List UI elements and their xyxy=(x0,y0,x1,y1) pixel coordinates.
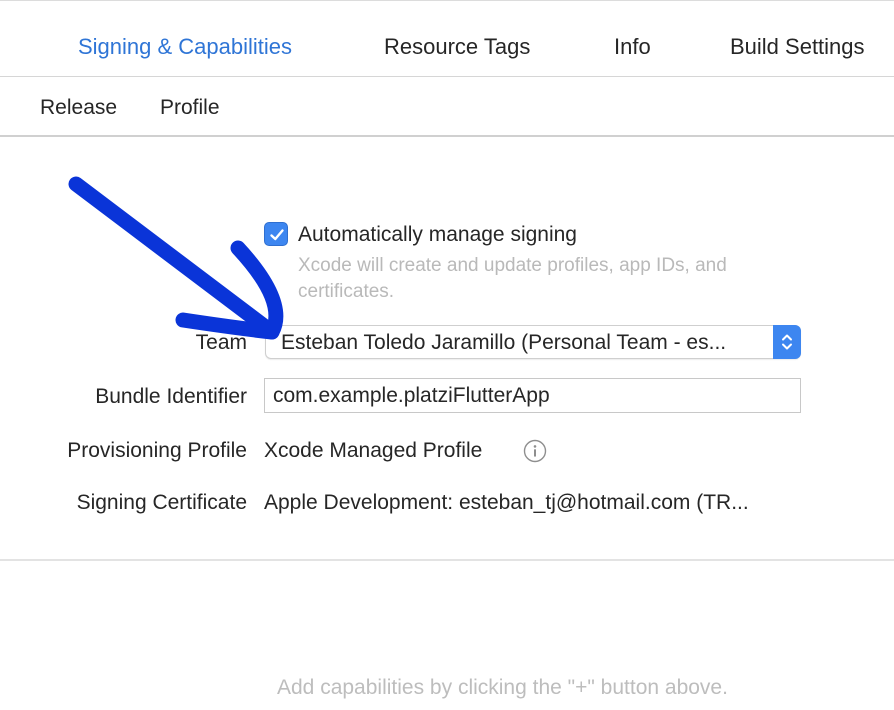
config-tab-release[interactable]: Release xyxy=(40,94,117,122)
info-icon[interactable] xyxy=(523,439,547,463)
bundle-identifier-field[interactable] xyxy=(264,378,801,413)
capabilities-hint: Add capabilities by clicking the "+" but… xyxy=(277,676,728,699)
bundle-identifier-input[interactable] xyxy=(265,379,800,412)
tab-signing-capabilities[interactable]: Signing & Capabilities xyxy=(78,33,292,61)
configuration-tab-bar: Release Profile xyxy=(0,77,894,137)
editor-tab-bar: Signing & Capabilities Resource Tags Inf… xyxy=(0,0,894,77)
tab-build-settings[interactable]: Build Settings xyxy=(730,33,865,61)
auto-manage-signing-checkbox[interactable] xyxy=(264,222,288,246)
auto-manage-signing-label: Automatically manage signing xyxy=(298,223,577,246)
popup-stepper[interactable] xyxy=(773,325,801,359)
provisioning-profile-label: Provisioning Profile xyxy=(67,439,247,462)
config-tab-profile[interactable]: Profile xyxy=(160,94,220,122)
checkmark-icon xyxy=(270,229,284,241)
bundle-identifier-label: Bundle Identifier xyxy=(95,385,247,408)
tab-info[interactable]: Info xyxy=(614,33,651,61)
team-label: Team xyxy=(195,331,247,354)
chevron-up-down-icon xyxy=(782,334,792,350)
signing-certificate-label: Signing Certificate xyxy=(76,491,247,514)
tab-resource-tags[interactable]: Resource Tags xyxy=(384,33,530,61)
team-popup[interactable]: Esteban Toledo Jaramillo (Personal Team … xyxy=(265,325,801,359)
team-popup-value: Esteban Toledo Jaramillo (Personal Team … xyxy=(281,331,727,354)
signing-certificate-value: Apple Development: esteban_tj@hotmail.co… xyxy=(264,491,749,514)
auto-manage-signing-description: Xcode will create and update profiles, a… xyxy=(298,255,727,302)
provisioning-profile-value: Xcode Managed Profile xyxy=(264,439,483,462)
